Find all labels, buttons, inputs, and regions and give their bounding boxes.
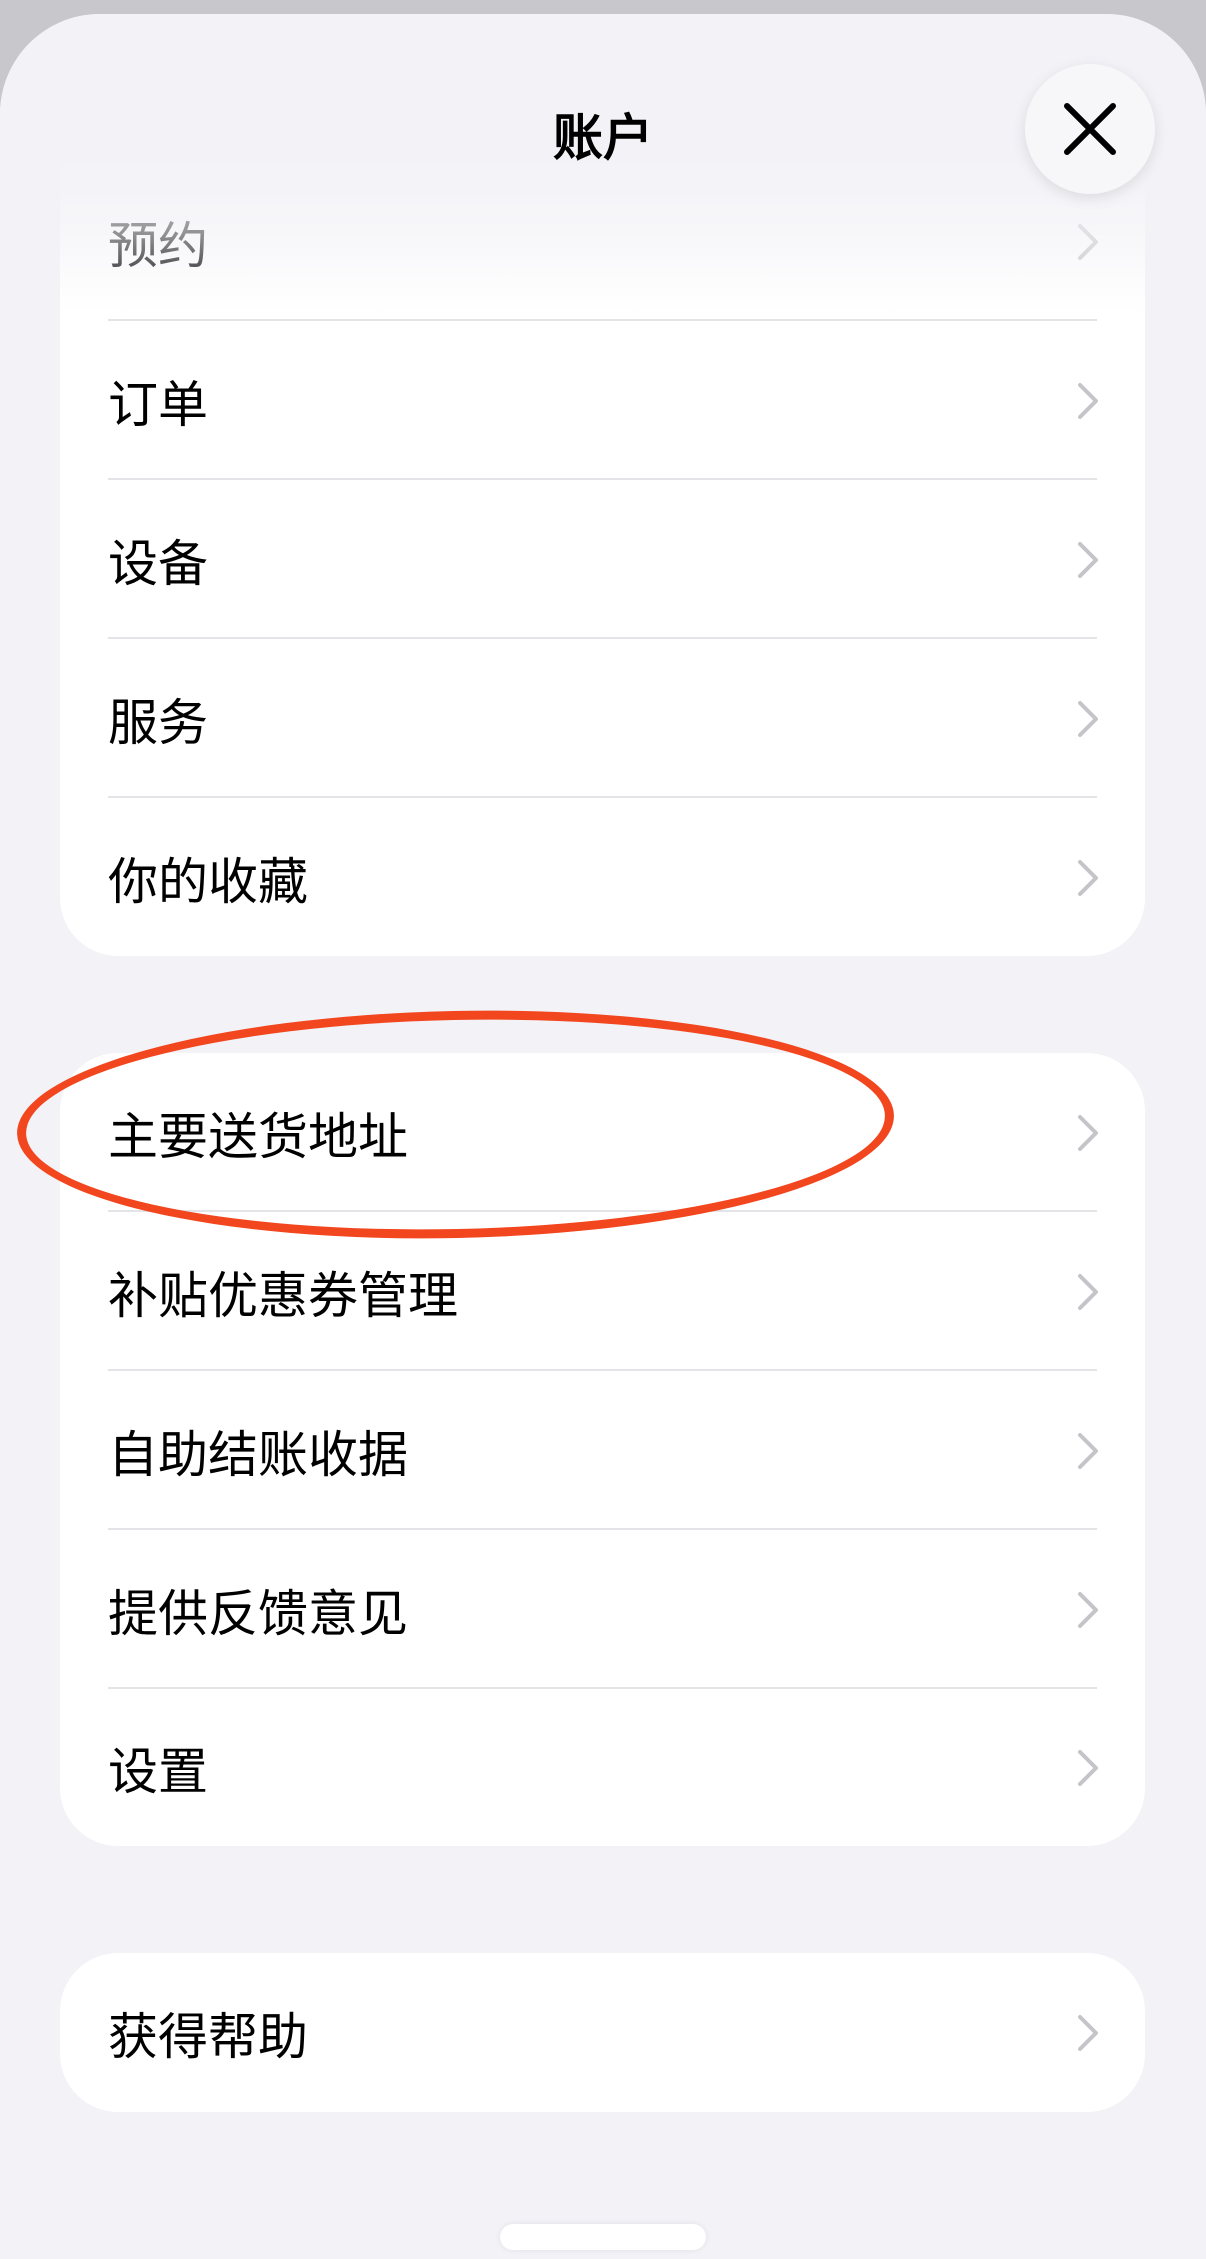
chevron-right-icon: [1078, 382, 1098, 419]
account-sheet: 预约 订单 设备 服务 你的收藏 主要送货地址 补贴优惠券管理 自助结账收据 提…: [0, 14, 1206, 2259]
chevron-right-icon: [1078, 1432, 1098, 1469]
chevron-right-icon: [1078, 1749, 1098, 1786]
menu-item-orders[interactable]: 订单: [60, 321, 1145, 480]
menu-item-label: 获得帮助: [108, 2007, 308, 2066]
chevron-right-icon: [1078, 859, 1098, 896]
menu-item-coupon-management[interactable]: 补贴优惠券管理: [60, 1212, 1145, 1371]
home-indicator: [500, 2224, 706, 2250]
menu-item-favorites[interactable]: 你的收藏: [60, 798, 1145, 956]
account-group-2: 主要送货地址 补贴优惠券管理 自助结账收据 提供反馈意见 设置: [60, 1053, 1145, 1846]
menu-item-self-checkout-receipts[interactable]: 自助结账收据: [60, 1371, 1145, 1530]
chevron-right-icon: [1078, 1591, 1098, 1628]
menu-item-label: 服务: [108, 693, 208, 752]
menu-item-label: 你的收藏: [108, 852, 308, 911]
menu-item-label: 设备: [108, 534, 208, 593]
close-button[interactable]: [1025, 64, 1155, 194]
chevron-right-icon: [1078, 541, 1098, 578]
menu-item-label: 订单: [108, 375, 208, 434]
menu-item-label: 预约: [108, 217, 208, 275]
menu-item-label: 提供反馈意见: [108, 1584, 408, 1643]
menu-item-label: 主要送货地址: [108, 1107, 408, 1166]
menu-item-primary-shipping-address[interactable]: 主要送货地址: [60, 1053, 1145, 1212]
close-icon: [1064, 103, 1116, 155]
menu-item-services[interactable]: 服务: [60, 639, 1145, 798]
menu-item-get-help[interactable]: 获得帮助: [60, 1953, 1145, 2112]
account-group-1: 预约 订单 设备 服务 你的收藏: [60, 124, 1145, 956]
menu-item-settings[interactable]: 设置: [60, 1689, 1145, 1846]
menu-item-feedback[interactable]: 提供反馈意见: [60, 1530, 1145, 1689]
chevron-right-icon: [1078, 1273, 1098, 1310]
chevron-right-icon: [1078, 224, 1098, 260]
menu-item-label: 补贴优惠券管理: [108, 1266, 458, 1325]
account-group-3: 获得帮助: [60, 1953, 1145, 2112]
menu-item-label: 自助结账收据: [108, 1425, 408, 1484]
menu-item-label: 设置: [108, 1742, 208, 1801]
menu-item-devices[interactable]: 设备: [60, 480, 1145, 639]
chevron-right-icon: [1078, 2014, 1098, 2051]
chevron-right-icon: [1078, 1114, 1098, 1151]
chevron-right-icon: [1078, 700, 1098, 737]
